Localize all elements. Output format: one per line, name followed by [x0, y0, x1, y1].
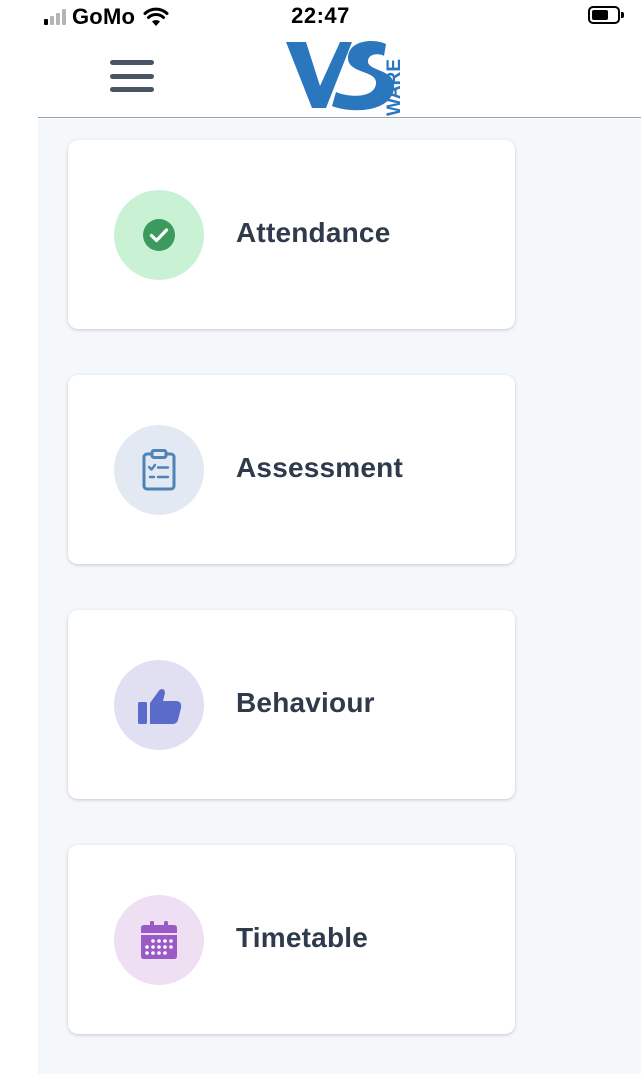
clipboard-icon	[142, 449, 176, 491]
logo-mark-icon	[286, 40, 395, 111]
thumbs-up-icon	[138, 689, 182, 724]
attendance-label: Attendance	[236, 217, 391, 248]
timetable-icon-circle	[114, 895, 204, 985]
attendance-card[interactable]: Attendance	[68, 140, 515, 329]
assessment-icon-circle	[114, 425, 204, 515]
behaviour-label: Behaviour	[236, 687, 375, 718]
logo-wordmark: WARE	[384, 59, 405, 116]
assessment-card[interactable]: Assessment	[68, 375, 515, 564]
vsware-logo: WARE	[286, 40, 405, 116]
behaviour-icon-circle	[114, 660, 204, 750]
status-time: 22:47	[291, 3, 350, 28]
status-bar: GoMo 22:47	[0, 0, 641, 34]
behaviour-card[interactable]: Behaviour	[68, 610, 515, 799]
check-circle-icon	[143, 219, 175, 251]
assessment-label: Assessment	[236, 452, 403, 483]
calendar-icon	[141, 921, 177, 959]
attendance-icon-circle	[114, 190, 204, 280]
hamburger-menu-button[interactable]	[110, 58, 156, 94]
battery-icon	[588, 6, 624, 24]
app-header: WARE	[38, 34, 641, 118]
timetable-card[interactable]: Timetable	[68, 845, 515, 1034]
timetable-label: Timetable	[236, 922, 368, 953]
main-content: Attendance Assessment Behaviour Timetabl…	[38, 119, 641, 1074]
